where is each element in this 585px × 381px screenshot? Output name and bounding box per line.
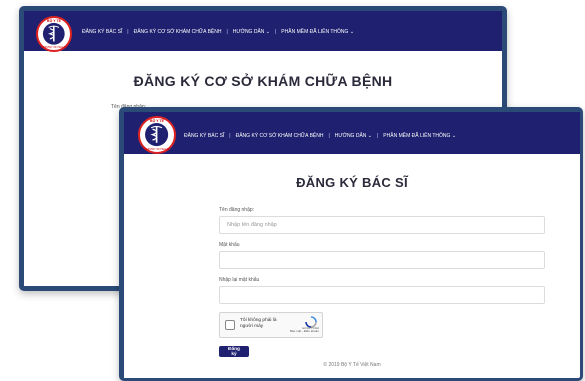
nav-separator: | <box>127 29 129 35</box>
navbar: BỘ Y TẾ MINISTRY OF HEALTH ĐĂNG KÝ BÁC S… <box>124 112 580 154</box>
nav-menu: ĐĂNG KÝ BÁC SĨ | ĐĂNG KÝ CƠ SỞ KHÁM CHỮA… <box>82 29 359 35</box>
recaptcha-widget: Tôi không phải là người máy reCAPTCHA Bả… <box>219 312 323 338</box>
captcha-brand: reCAPTCHA Bảo mật - Điều khoản <box>290 326 319 334</box>
page-title: ĐĂNG KÝ BÁC SĨ <box>296 175 408 190</box>
logo-top-text: BỘ Y TẾ <box>150 119 164 123</box>
caduceus-icon <box>145 123 169 147</box>
page-title: ĐĂNG KÝ CƠ SỞ KHÁM CHỮA BỆNH <box>133 73 393 89</box>
register-button[interactable]: Đăng ký <box>219 346 249 357</box>
navbar: BỘ Y TẾ MINISTRY OF HEALTH ĐĂNG KÝ BÁC S… <box>24 11 502 52</box>
caduceus-icon <box>43 23 65 45</box>
nav-separator: | <box>328 133 330 139</box>
confirm-password-label: Nhập lại mật khẩu <box>219 277 260 283</box>
logo-top-text: BỘ Y TẾ <box>47 19 61 23</box>
nav-item-register-facility[interactable]: ĐĂNG KÝ CƠ SỞ KHÁM CHỮA BỆNH <box>236 133 324 139</box>
ministry-logo[interactable]: BỘ Y TẾ MINISTRY OF HEALTH <box>36 16 72 52</box>
password-input[interactable] <box>219 251 545 269</box>
captcha-label: Tôi không phải là người máy <box>240 318 277 329</box>
logo-bottom-text: MINISTRY OF HEALTH <box>40 46 68 49</box>
front-window: BỘ Y TẾ MINISTRY OF HEALTH ĐĂNG KÝ BÁC S… <box>119 107 583 381</box>
nav-item-register-doctor[interactable]: ĐĂNG KÝ BÁC SĨ <box>184 133 224 139</box>
password-label: Mật khẩu <box>219 242 240 248</box>
nav-item-guide[interactable]: HƯỚNG DẪN ⌄ <box>335 133 372 139</box>
username-label: Tên đăng nhập: <box>219 207 255 213</box>
captcha-links[interactable]: Bảo mật - Điều khoản <box>290 329 319 333</box>
footer-copyright: © 2019 Bộ Y Tế Việt Nam <box>323 362 381 368</box>
confirm-password-input[interactable] <box>219 286 545 304</box>
nav-item-guide[interactable]: HƯỚNG DẪN ⌄ <box>233 29 270 35</box>
nav-item-register-doctor[interactable]: ĐĂNG KÝ BÁC SĨ <box>82 29 122 35</box>
nav-item-connected-software[interactable]: PHẦN MỀM ĐÃ LIÊN THÔNG ⌄ <box>281 29 354 35</box>
logo-bottom-text: MINISTRY OF HEALTH <box>143 148 171 151</box>
nav-item-register-facility[interactable]: ĐĂNG KÝ CƠ SỞ KHÁM CHỮA BỆNH <box>134 29 222 35</box>
nav-item-connected-software[interactable]: PHẦN MỀM ĐÃ LIÊN THÔNG ⌄ <box>383 133 456 139</box>
register-form: Tên đăng nhập: Nhập tên đăng nhập Mật kh… <box>219 207 545 357</box>
nav-menu: ĐĂNG KÝ BÁC SĨ | ĐĂNG KÝ CƠ SỞ KHÁM CHỮA… <box>184 133 461 139</box>
nav-separator: | <box>229 133 231 139</box>
nav-separator: | <box>226 29 228 35</box>
nav-separator: | <box>274 29 277 35</box>
username-input[interactable]: Nhập tên đăng nhập <box>219 216 545 234</box>
ministry-logo[interactable]: BỘ Y TẾ MINISTRY OF HEALTH <box>138 116 176 154</box>
captcha-checkbox[interactable] <box>225 320 235 330</box>
nav-separator: | <box>376 133 379 139</box>
